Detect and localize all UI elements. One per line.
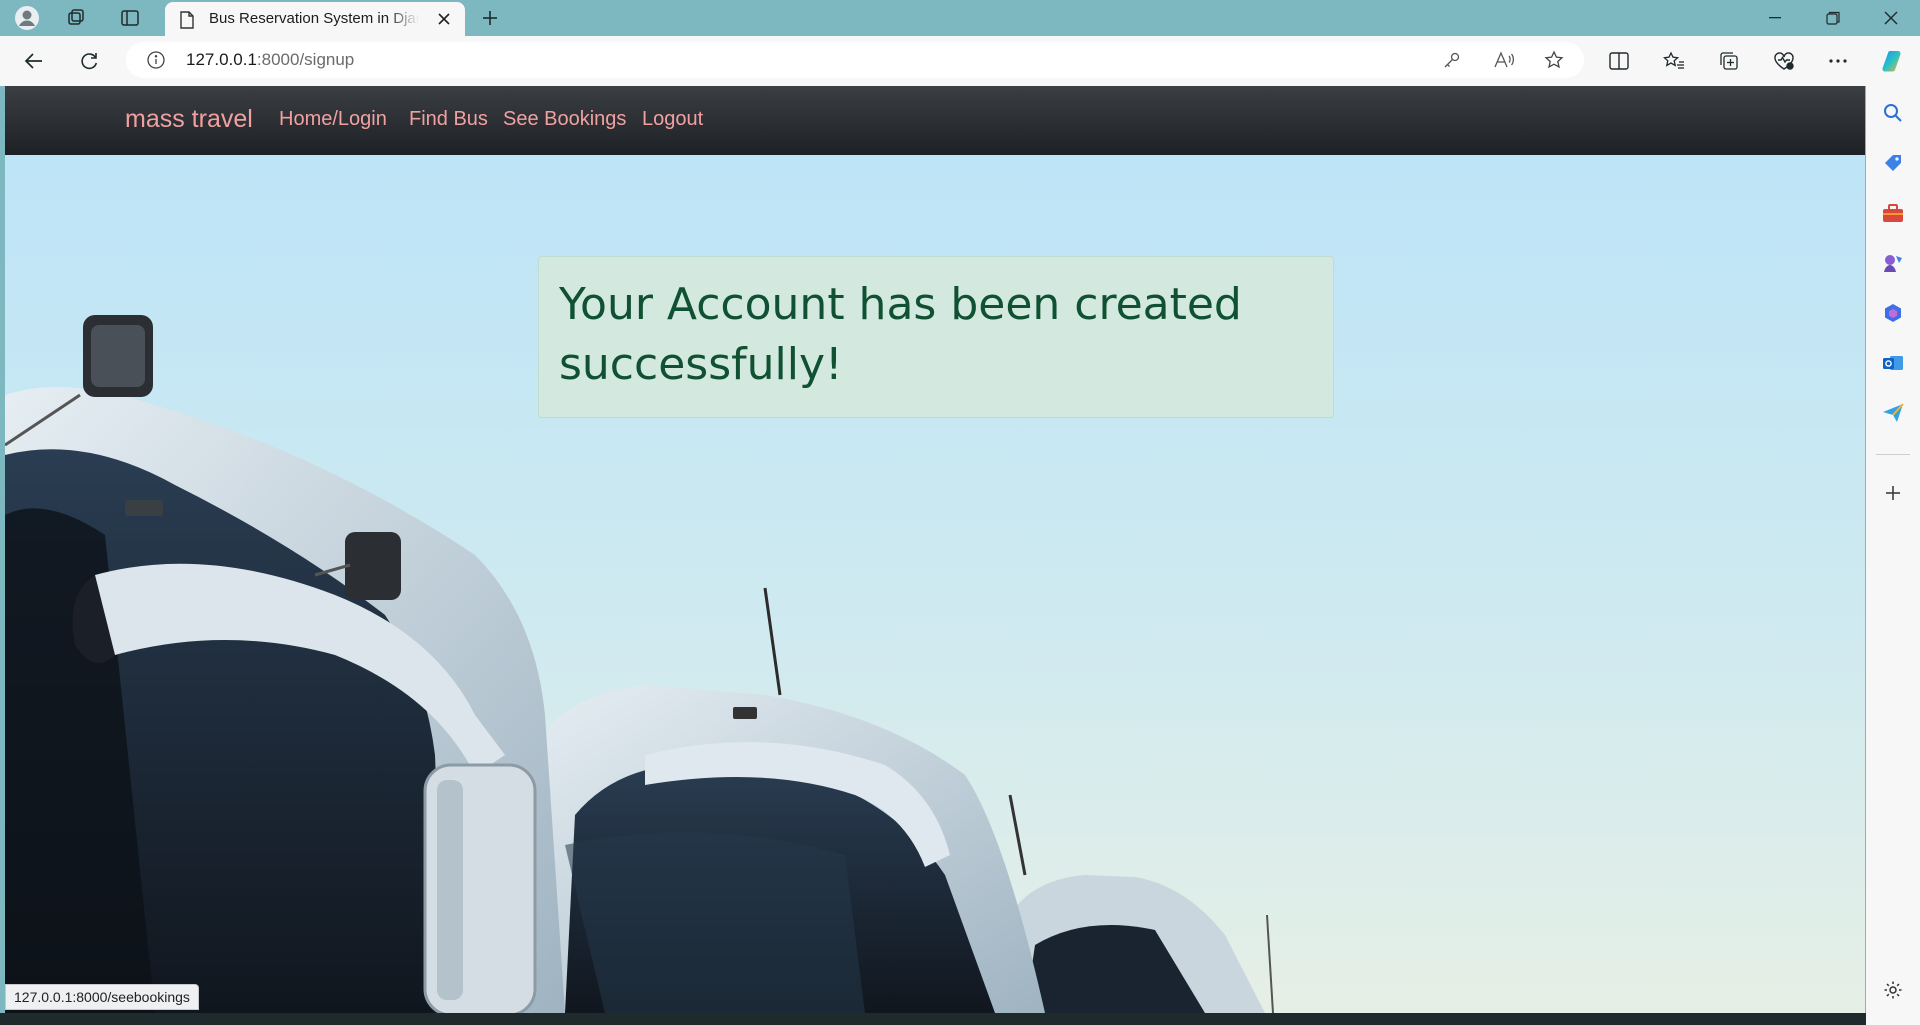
page-icon	[179, 11, 195, 33]
refresh-icon[interactable]	[73, 45, 105, 77]
copilot-icon[interactable]	[1876, 45, 1908, 77]
favorite-star-icon[interactable]	[1542, 48, 1566, 72]
new-tab-icon[interactable]	[476, 4, 504, 32]
window-bottom-edge	[0, 1013, 1866, 1025]
site-navbar: mass travel Home/Login Find Bus See Book…	[5, 86, 1865, 155]
workspaces-icon[interactable]	[62, 4, 90, 32]
brand-link[interactable]: mass travel	[125, 105, 253, 134]
close-icon[interactable]	[433, 8, 455, 30]
profile-icon[interactable]	[13, 4, 41, 32]
address-bar[interactable]: 127.0.0.1:8000/signup	[126, 42, 1584, 78]
collections-icon[interactable]	[1713, 45, 1745, 77]
tab-strip: Bus Reservation System in Django	[0, 0, 1920, 36]
microsoft365-icon[interactable]	[1880, 300, 1906, 326]
add-icon[interactable]	[1880, 480, 1906, 506]
restore-icon[interactable]	[1810, 0, 1856, 36]
page-viewport: mass travel Home/Login Find Bus See Book…	[5, 86, 1865, 1013]
sidebar-divider	[1876, 454, 1910, 455]
nav-link-find-bus[interactable]: Find Bus	[409, 108, 488, 131]
outlook-icon[interactable]	[1880, 350, 1906, 376]
active-tab[interactable]: Bus Reservation System in Django	[165, 2, 465, 36]
send-icon[interactable]	[1880, 400, 1906, 426]
status-bar-url: 127.0.0.1:8000/seebookings	[5, 984, 199, 1010]
nav-link-logout[interactable]: Logout	[642, 108, 703, 131]
nav-link-home-login[interactable]: Home/Login	[279, 108, 387, 131]
search-icon[interactable]	[1880, 100, 1906, 126]
back-icon[interactable]	[18, 45, 50, 77]
games-icon[interactable]	[1880, 250, 1906, 276]
more-icon[interactable]	[1822, 45, 1854, 77]
url-text[interactable]: 127.0.0.1:8000/signup	[186, 50, 354, 70]
info-icon[interactable]	[146, 50, 166, 70]
shopping-tag-icon[interactable]	[1880, 150, 1906, 176]
split-screen-icon[interactable]	[1603, 45, 1635, 77]
favorites-icon[interactable]	[1658, 45, 1690, 77]
tab-actions-icon[interactable]	[116, 4, 144, 32]
nav-link-see-bookings[interactable]: See Bookings	[503, 108, 626, 131]
toolbox-icon[interactable]	[1880, 200, 1906, 226]
read-aloud-icon[interactable]	[1492, 48, 1516, 72]
browser-essentials-icon[interactable]	[1768, 45, 1800, 77]
alert-message: Your Account has been created successful…	[559, 279, 1242, 390]
minimize-icon[interactable]	[1752, 0, 1798, 36]
browser-toolbar: 127.0.0.1:8000/signup	[0, 36, 1920, 86]
tab-title: Bus Reservation System in Django	[209, 10, 419, 27]
edge-sidebar	[1866, 86, 1920, 1025]
close-window-icon[interactable]	[1868, 0, 1914, 36]
key-icon[interactable]	[1440, 48, 1464, 72]
settings-icon[interactable]	[1880, 977, 1906, 1003]
success-alert: Your Account has been created successful…	[538, 256, 1334, 418]
